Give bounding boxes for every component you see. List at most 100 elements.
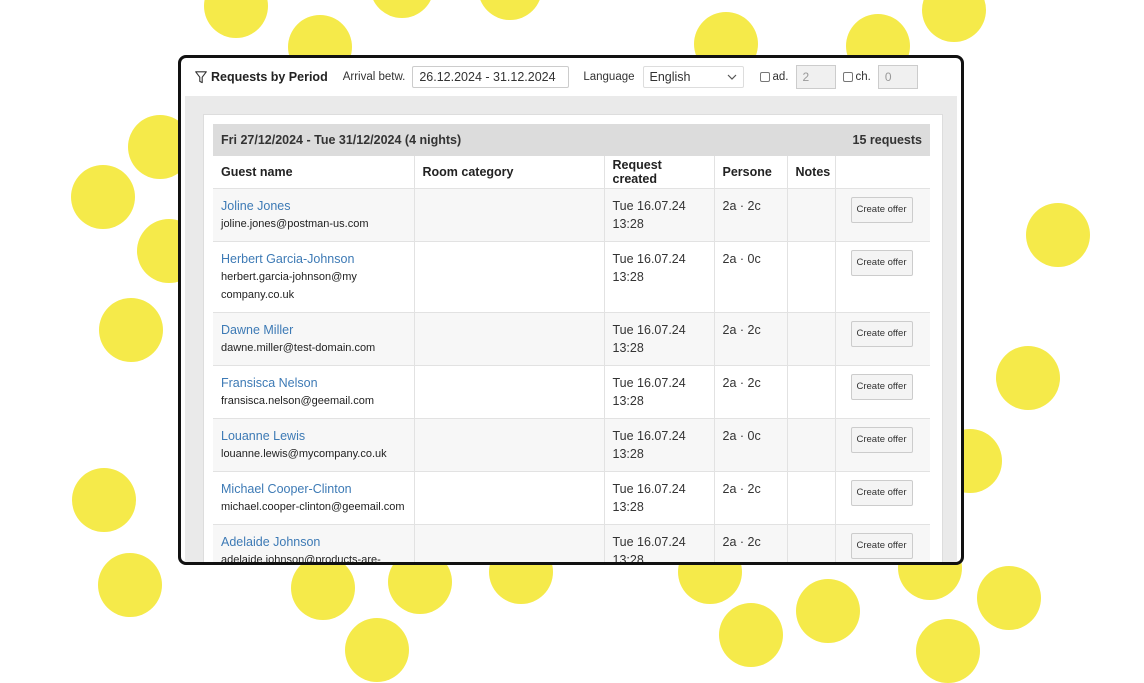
decor-dot bbox=[1026, 203, 1090, 267]
persons-cell: 2a · 0c bbox=[714, 241, 788, 313]
guest-cell: Adelaide Johnson adelaide.johnson@product… bbox=[213, 524, 415, 565]
guest-email: michael.cooper-clinton@geemail.com bbox=[221, 501, 405, 513]
decor-dot bbox=[478, 0, 542, 20]
created-time: 13:28 bbox=[612, 394, 644, 408]
action-cell: Create offer bbox=[835, 524, 930, 562]
decor-dot bbox=[996, 346, 1060, 410]
decor-dot bbox=[719, 603, 783, 667]
adults-count-input[interactable]: 2 bbox=[795, 65, 836, 89]
action-cell: Create offer bbox=[835, 241, 930, 313]
request-created-cell: Tue 16.07.24 13:28 bbox=[604, 418, 715, 472]
guest-email: louanne.lewis@mycompany.co.uk bbox=[221, 448, 387, 460]
guest-email: adelaide.johnson@products-are- bbox=[221, 554, 381, 565]
guest-cell: Dawne Miller dawne.miller@test-domain.com bbox=[213, 312, 415, 366]
persons-cell: 2a · 2c bbox=[714, 188, 788, 242]
created-date: Tue 16.07.24 bbox=[612, 482, 686, 496]
persons-cell: 2a · 2c bbox=[714, 471, 788, 525]
decor-dot bbox=[98, 553, 162, 617]
column-header-persons[interactable]: Persone bbox=[714, 156, 788, 189]
column-header-request-created[interactable]: Request created bbox=[604, 156, 715, 189]
request-created-cell: Tue 16.07.24 13:28 bbox=[604, 365, 715, 419]
created-date: Tue 16.07.24 bbox=[612, 199, 686, 213]
column-header-room-category[interactable]: Room category bbox=[414, 156, 605, 189]
notes-cell bbox=[787, 418, 836, 472]
create-offer-button[interactable]: Create offer bbox=[850, 197, 913, 223]
language-selected: English bbox=[649, 70, 691, 84]
guest-cell: Michael Cooper-Clinton michael.cooper-cli… bbox=[213, 471, 415, 525]
guest-name-link[interactable]: Michael Cooper-Clinton bbox=[221, 480, 406, 498]
guest-email: fransisca.nelson@geemail.com bbox=[221, 395, 375, 407]
guest-name-link[interactable]: Herbert Garcia-Johnson bbox=[221, 250, 406, 268]
period-range: Fri 27/12/2024 - Tue 31/12/2024 (4 night… bbox=[221, 133, 462, 147]
created-date: Tue 16.07.24 bbox=[612, 252, 686, 266]
children-checkbox[interactable] bbox=[842, 72, 853, 82]
table-row: Michael Cooper-Clinton michael.cooper-cli… bbox=[213, 471, 930, 525]
guest-cell: Fransisca Nelson fransisca.nelson@geemail… bbox=[213, 365, 415, 419]
created-date: Tue 16.07.24 bbox=[612, 535, 686, 549]
chevron-down-icon bbox=[727, 74, 736, 80]
adults-checkbox[interactable] bbox=[759, 72, 770, 82]
requests-table: Guest name Room category Request created… bbox=[213, 156, 930, 565]
column-header-actions bbox=[835, 156, 930, 189]
decor-dot bbox=[72, 468, 136, 532]
created-date: Tue 16.07.24 bbox=[612, 376, 686, 390]
arrival-date-range-input[interactable]: 26.12.2024 - 31.12.2024 bbox=[412, 66, 570, 88]
guest-name-link[interactable]: Adelaide Johnson bbox=[221, 533, 406, 551]
decor-dot bbox=[345, 618, 409, 682]
request-created-cell: Tue 16.07.24 13:28 bbox=[604, 312, 715, 366]
guest-email: joline.jones@postman-us.com bbox=[221, 218, 369, 230]
guest-name-link[interactable]: Louanne Lewis bbox=[221, 427, 406, 445]
table-row: Dawne Miller dawne.miller@test-domain.com… bbox=[213, 312, 930, 366]
guest-cell: Joline Jones joline.jones@postman-us.com bbox=[213, 188, 415, 242]
room-category-cell bbox=[414, 418, 605, 472]
action-cell: Create offer bbox=[835, 188, 930, 242]
period-header: Fri 27/12/2024 - Tue 31/12/2024 (4 night… bbox=[213, 124, 930, 156]
guest-name-link[interactable]: Fransisca Nelson bbox=[221, 374, 406, 392]
create-offer-button[interactable]: Create offer bbox=[850, 533, 913, 559]
request-created-cell: Tue 16.07.24 13:28 bbox=[604, 524, 715, 562]
column-header-guest-name[interactable]: Guest name bbox=[213, 156, 415, 189]
notes-cell bbox=[787, 365, 836, 419]
decor-dot bbox=[796, 579, 860, 643]
action-cell: Create offer bbox=[835, 365, 930, 419]
guest-name-link[interactable]: Dawne Miller bbox=[221, 321, 406, 339]
created-time: 13:28 bbox=[612, 447, 644, 461]
adults-label: ad. bbox=[772, 71, 789, 83]
guest-cell: Louanne Lewis louanne.lewis@mycompany.co.… bbox=[213, 418, 415, 472]
created-time: 13:28 bbox=[612, 500, 644, 514]
create-offer-button[interactable]: Create offer bbox=[850, 321, 913, 347]
request-created-cell: Tue 16.07.24 13:28 bbox=[604, 188, 715, 242]
language-select[interactable]: English bbox=[642, 66, 744, 88]
filter-icon bbox=[195, 70, 207, 83]
create-offer-button[interactable]: Create offer bbox=[850, 427, 913, 453]
children-count-input[interactable]: 0 bbox=[877, 65, 918, 89]
room-category-cell bbox=[414, 471, 605, 525]
created-time: 13:28 bbox=[612, 270, 644, 284]
notes-cell bbox=[787, 188, 836, 242]
room-category-cell bbox=[414, 241, 605, 313]
table-header-row: Guest name Room category Request created… bbox=[213, 156, 930, 189]
created-date: Tue 16.07.24 bbox=[612, 323, 686, 337]
app-window: Requests by Period Arrival betw. 26.12.2… bbox=[178, 55, 964, 565]
action-cell: Create offer bbox=[835, 471, 930, 525]
notes-cell bbox=[787, 312, 836, 366]
decor-dot bbox=[922, 0, 986, 42]
guest-name-link[interactable]: Joline Jones bbox=[221, 197, 406, 215]
content-area: Fri 27/12/2024 - Tue 31/12/2024 (4 night… bbox=[185, 96, 957, 565]
decor-dot bbox=[204, 0, 268, 38]
action-cell: Create offer bbox=[835, 418, 930, 472]
guest-cell: Herbert Garcia-Johnson herbert.garcia-joh… bbox=[213, 241, 415, 313]
request-created-cell: Tue 16.07.24 13:28 bbox=[604, 471, 715, 525]
created-time: 13:28 bbox=[612, 217, 644, 231]
action-cell: Create offer bbox=[835, 312, 930, 366]
create-offer-button[interactable]: Create offer bbox=[850, 250, 913, 276]
persons-cell: 2a · 0c bbox=[714, 418, 788, 472]
decor-dot bbox=[99, 298, 163, 362]
decor-dot bbox=[916, 619, 980, 683]
language-label: Language bbox=[583, 71, 635, 83]
create-offer-button[interactable]: Create offer bbox=[850, 374, 913, 400]
column-header-notes[interactable]: Notes bbox=[787, 156, 836, 189]
page-title-text: Requests by Period bbox=[211, 70, 328, 84]
filter-toolbar: Requests by Period Arrival betw. 26.12.2… bbox=[181, 58, 961, 96]
create-offer-button[interactable]: Create offer bbox=[850, 480, 913, 506]
